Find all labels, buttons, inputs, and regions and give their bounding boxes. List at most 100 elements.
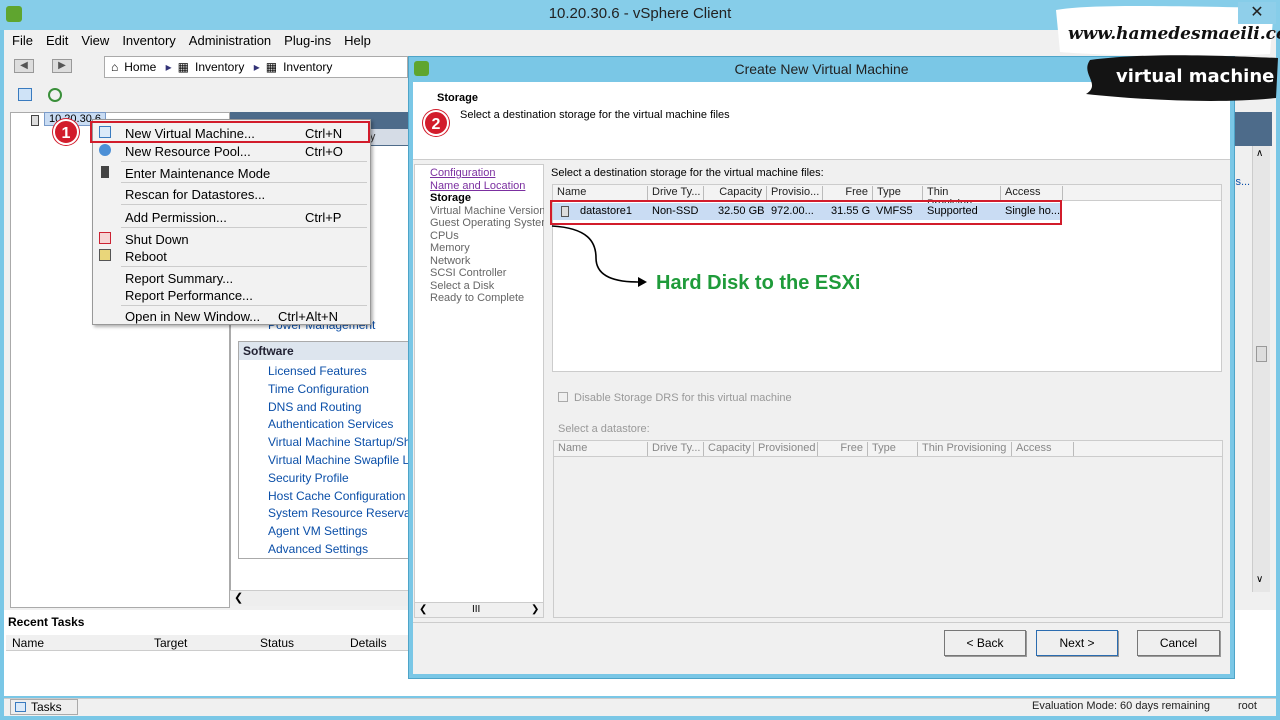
- column-free[interactable]: Free: [823, 186, 873, 200]
- column-free: Free: [818, 442, 868, 456]
- software-link[interactable]: Agent VM Settings: [268, 524, 410, 542]
- software-link[interactable]: Virtual Machine Swapfile Lo: [268, 453, 410, 471]
- wizard-step-ready: Ready to Complete: [430, 292, 525, 304]
- inventory-icon: ▦: [265, 60, 278, 74]
- horizontal-scrollbar[interactable]: ❮: [230, 590, 410, 606]
- software-link[interactable]: DNS and Routing: [268, 400, 410, 418]
- menu-inventory[interactable]: Inventory: [114, 30, 180, 48]
- software-title: Software: [239, 342, 410, 360]
- menu-edit[interactable]: Edit: [38, 30, 73, 48]
- menu-help[interactable]: Help: [336, 30, 376, 48]
- step-badge-1: 1: [53, 119, 79, 145]
- dialog-divider: [413, 622, 1230, 623]
- step-badge-2: 2: [423, 110, 449, 136]
- recent-tasks-title: Recent Tasks: [8, 615, 85, 629]
- software-link[interactable]: Virtual Machine Startup/Sh: [268, 435, 410, 453]
- evaluation-status: Evaluation Mode: 60 days remaining: [1032, 700, 1210, 712]
- next-button[interactable]: Next >: [1036, 630, 1118, 656]
- column-access: Access: [1012, 442, 1074, 456]
- chevron-right-icon[interactable]: ❯: [531, 604, 539, 615]
- back-button[interactable]: < Back: [944, 630, 1026, 656]
- back-arrow-icon[interactable]: ◀: [14, 59, 34, 73]
- wizard-step-guest-os: Guest Operating System: [430, 217, 544, 229]
- disable-drs-checkbox[interactable]: Disable Storage DRS for this virtual mac…: [558, 392, 792, 404]
- menu-item-add-permission[interactable]: Add Permission... Ctrl+P: [93, 208, 370, 226]
- software-link[interactable]: Host Cache Configuration: [268, 489, 410, 507]
- callout-arrow-icon: [551, 225, 647, 287]
- column-type: Type: [868, 442, 918, 456]
- column-provisioned: Provisioned: [754, 442, 818, 456]
- menu-item-open-new-window[interactable]: Open in New Window... Ctrl+Alt+N: [93, 307, 370, 325]
- shutdown-icon: [99, 232, 111, 244]
- breadcrumb-home[interactable]: Home: [124, 60, 156, 74]
- software-list: Licensed Features Time Configuration DNS…: [268, 364, 410, 560]
- scrollbar-thumb[interactable]: [1256, 346, 1267, 362]
- home-icon: ⌂: [111, 60, 119, 74]
- breadcrumb-inventory[interactable]: Inventory: [195, 60, 244, 74]
- wizard-step-configuration[interactable]: Configuration: [430, 167, 544, 180]
- software-link[interactable]: System Resource Reserva: [268, 506, 410, 524]
- breadcrumb-separator-icon: ▸: [253, 60, 260, 74]
- forward-arrow-icon[interactable]: ▶: [52, 59, 72, 73]
- menu-item-maintenance-mode[interactable]: Enter Maintenance Mode: [93, 164, 370, 182]
- checkbox-icon: [558, 392, 568, 402]
- step-description: Select a destination storage for the vir…: [460, 109, 730, 121]
- software-link[interactable]: Authentication Services: [268, 417, 410, 435]
- cancel-button[interactable]: Cancel: [1137, 630, 1220, 656]
- chevron-up-icon[interactable]: ∧: [1256, 148, 1263, 159]
- column-status[interactable]: Status: [260, 636, 294, 650]
- current-user: root: [1238, 700, 1257, 712]
- menu-item-reboot[interactable]: Reboot: [93, 247, 370, 265]
- breadcrumb: ⌂ Home ▸ ▦ Inventory ▸ ▦ Inventory: [104, 56, 408, 78]
- datastore-table-header: Name Drive Ty... Capacity Provisio... Fr…: [553, 185, 1221, 210]
- context-menu: New Virtual Machine... Ctrl+N New Resourc…: [92, 119, 371, 325]
- column-type[interactable]: Type: [873, 186, 923, 200]
- menu-item-new-resource-pool[interactable]: New Resource Pool... Ctrl+O: [93, 142, 370, 160]
- column-access[interactable]: Access: [1001, 186, 1063, 200]
- wizard-step-memory: Memory: [430, 242, 470, 254]
- column-drive-type[interactable]: Drive Ty...: [648, 186, 704, 200]
- menu-item-report-summary[interactable]: Report Summary...: [93, 269, 370, 287]
- menu-item-rescan[interactable]: Rescan for Datastores...: [93, 185, 370, 203]
- vertical-scrollbar[interactable]: ∧ ∨: [1252, 146, 1270, 592]
- column-drive-type: Drive Ty...: [648, 442, 704, 456]
- column-name[interactable]: Name: [553, 186, 648, 200]
- chevron-left-icon[interactable]: ❮: [234, 591, 243, 604]
- column-details[interactable]: Details: [350, 636, 387, 650]
- steps-scrollbar[interactable]: ❮ III ❯: [415, 602, 543, 617]
- wizard-step-name-location[interactable]: Name and Location: [430, 180, 544, 193]
- add-host-icon[interactable]: [18, 88, 32, 101]
- close-icon[interactable]: ✕: [1238, 2, 1276, 24]
- menu-plugins[interactable]: Plug-ins: [276, 30, 336, 48]
- menu-item-shut-down[interactable]: Shut Down: [93, 230, 370, 248]
- chevron-left-icon[interactable]: ❮: [419, 604, 427, 615]
- right-panel-header: [1232, 112, 1272, 146]
- software-link[interactable]: Advanced Settings: [268, 542, 410, 560]
- watermark-site: www.hamedesmaeili.com: [1068, 24, 1280, 44]
- scrollbar-grip-icon[interactable]: III: [472, 604, 480, 615]
- software-link[interactable]: Licensed Features: [268, 364, 410, 382]
- annotation-highlight-box: [90, 121, 370, 143]
- software-link[interactable]: Security Profile: [268, 471, 410, 489]
- menu-administration[interactable]: Administration: [181, 30, 276, 48]
- column-name[interactable]: Name: [12, 636, 44, 650]
- datastore-table-2: Name Drive Ty... Capacity Provisioned Fr…: [553, 440, 1223, 618]
- menu-file[interactable]: File: [4, 30, 38, 48]
- column-capacity[interactable]: Capacity: [704, 186, 767, 200]
- column-provisioned[interactable]: Provisio...: [767, 186, 823, 200]
- column-capacity: Capacity: [704, 442, 754, 456]
- wizard-step-storage: Storage: [430, 192, 471, 204]
- callout-text: Hard Disk to the ESXi: [656, 272, 861, 294]
- breadcrumb-inventory-2[interactable]: Inventory: [283, 60, 332, 74]
- recent-tasks-header: Name Target Status Details: [6, 635, 426, 651]
- software-link[interactable]: Time Configuration: [268, 382, 410, 400]
- menu-view[interactable]: View: [73, 30, 114, 48]
- menu-item-report-performance[interactable]: Report Performance...: [93, 286, 370, 304]
- right-partial-link[interactable]: ls...: [1233, 176, 1250, 188]
- tasks-button[interactable]: Tasks: [10, 699, 78, 715]
- refresh-icon[interactable]: [48, 88, 62, 102]
- column-thin-provisioning[interactable]: Thin Provision...: [923, 186, 1001, 210]
- column-target[interactable]: Target: [154, 636, 187, 650]
- chevron-down-icon[interactable]: ∨: [1256, 574, 1263, 585]
- resource-pool-icon: [99, 144, 111, 156]
